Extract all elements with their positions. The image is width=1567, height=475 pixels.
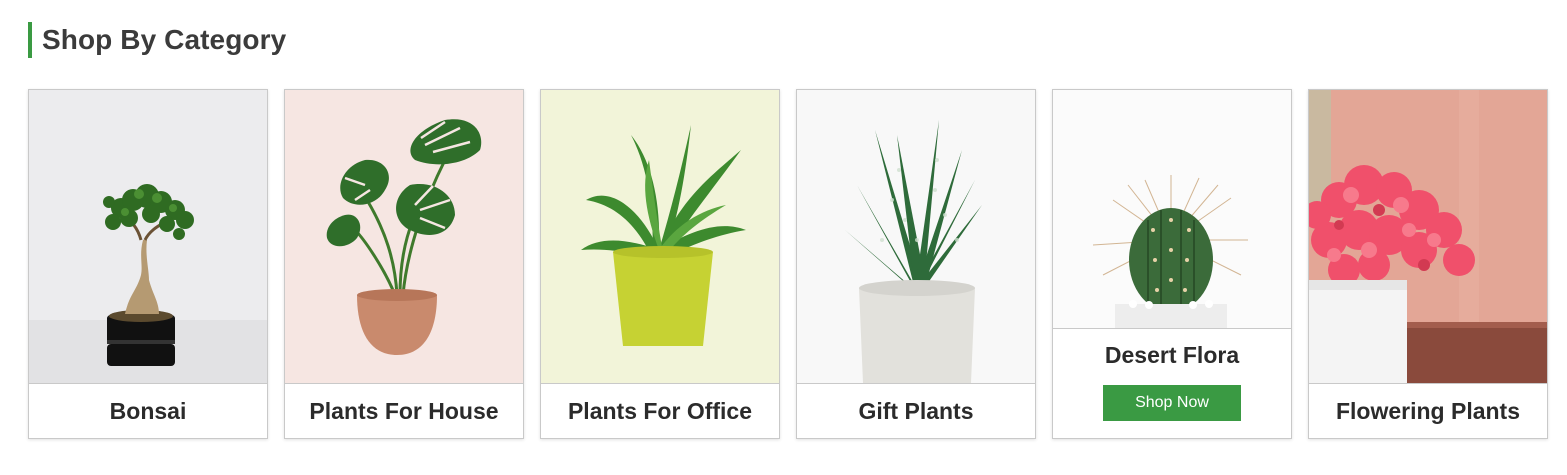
office-plant-image[interactable] [541, 90, 779, 384]
hover-panel: Desert Flora Shop Now [1053, 329, 1291, 438]
category-card-plants-for-house[interactable]: Plants For House [284, 89, 524, 439]
bougainvillea-plant-image[interactable] [1309, 90, 1547, 384]
category-label[interactable]: Desert Flora [1105, 342, 1239, 369]
monstera-plant-image[interactable] [285, 90, 523, 384]
aloe-plant-image[interactable] [797, 90, 1035, 384]
category-card-gift-plants[interactable]: Gift Plants [796, 89, 1036, 439]
bonsai-plant-image[interactable] [29, 90, 267, 384]
category-label[interactable]: Plants For House [285, 384, 523, 438]
cactus-plant-image[interactable] [1053, 90, 1291, 329]
category-cards: Bonsai Plants For House Plants For Offic… [28, 89, 1548, 439]
shop-now-button[interactable]: Shop Now [1103, 385, 1241, 421]
category-card-desert-flora[interactable]: Desert Flora Shop Now [1052, 89, 1292, 439]
section-heading: Shop By Category [28, 22, 286, 58]
category-label[interactable]: Plants For Office [541, 384, 779, 438]
category-label[interactable]: Flowering Plants [1309, 384, 1547, 438]
category-card-plants-for-office[interactable]: Plants For Office [540, 89, 780, 439]
section-title: Shop By Category [42, 24, 287, 55]
category-card-bonsai[interactable]: Bonsai [28, 89, 268, 439]
category-label[interactable]: Bonsai [29, 384, 267, 438]
category-card-flowering-plants[interactable]: Flowering Plants [1308, 89, 1548, 439]
category-label[interactable]: Gift Plants [797, 384, 1035, 438]
